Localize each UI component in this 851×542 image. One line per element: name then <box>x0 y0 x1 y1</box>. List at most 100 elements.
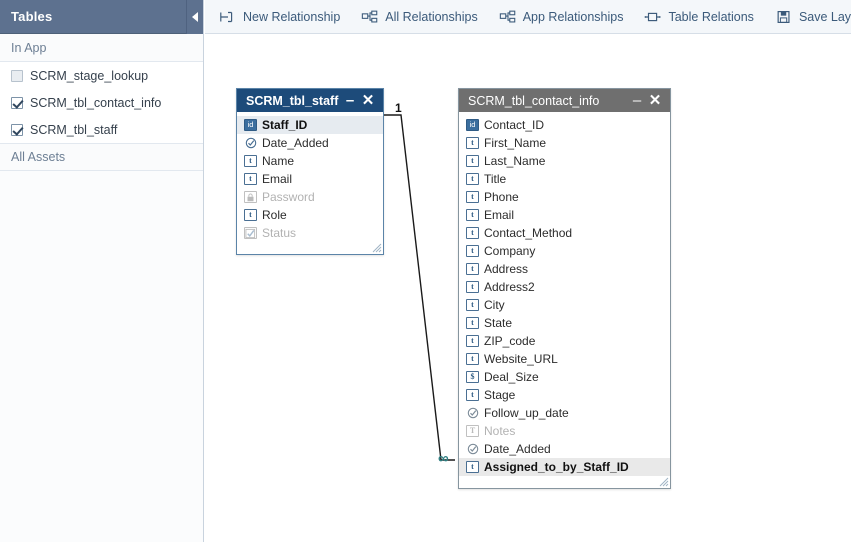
field-name: Website_URL <box>484 352 558 366</box>
table-relations-icon <box>644 9 662 25</box>
text-field-icon: t <box>466 155 479 167</box>
field-row-contact-method[interactable]: t Contact_Method <box>459 224 670 242</box>
date-field-icon <box>466 407 479 419</box>
memo-field-icon: T <box>466 425 479 437</box>
sidebar-table-list: SCRM_stage_lookup SCRM_tbl_contact_info … <box>0 62 203 143</box>
field-row-notes[interactable]: T Notes <box>459 422 670 440</box>
close-icon[interactable]: ✕ <box>647 91 663 111</box>
field-row-contact-id[interactable]: id Contact_ID <box>459 116 670 134</box>
field-row-status[interactable]: Status <box>237 224 383 242</box>
sidebar-item-scrm-stage-lookup[interactable]: SCRM_stage_lookup <box>0 62 203 89</box>
id-field-icon: id <box>244 119 257 131</box>
field-name: Stage <box>484 388 515 402</box>
text-field-icon: t <box>466 245 479 257</box>
field-row-date-added[interactable]: Date_Added <box>237 134 383 152</box>
checkbox-icon[interactable] <box>11 97 23 109</box>
field-row-city[interactable]: t City <box>459 296 670 314</box>
resize-grip-icon[interactable] <box>371 242 382 253</box>
field-row-website-url[interactable]: t Website_URL <box>459 350 670 368</box>
field-name: Follow_up_date <box>484 406 569 420</box>
field-row-follow-up-date[interactable]: Follow_up_date <box>459 404 670 422</box>
app-relationships-button[interactable]: App Relationships <box>499 0 635 34</box>
field-name: Contact_ID <box>484 118 544 132</box>
field-name: Email <box>484 208 514 222</box>
new-relationship-button[interactable]: New Relationship <box>219 0 351 34</box>
field-row-password[interactable]: Password <box>237 188 383 206</box>
text-field-icon: t <box>466 137 479 149</box>
field-row-role[interactable]: t Role <box>237 206 383 224</box>
field-row-phone[interactable]: t Phone <box>459 188 670 206</box>
table-window-footer <box>459 476 670 488</box>
field-row-assigned-to-by-staff-id[interactable]: t Assigned_to_by_Staff_ID <box>459 458 670 476</box>
field-name: Last_Name <box>484 154 545 168</box>
field-row-email[interactable]: t Email <box>459 206 670 224</box>
field-row-stage[interactable]: t Stage <box>459 386 670 404</box>
table-relations-button[interactable]: Table Relations <box>644 0 764 34</box>
field-row-zip-code[interactable]: t ZIP_code <box>459 332 670 350</box>
relationship-toolbar: New Relationship All Relationships App R… <box>205 0 851 34</box>
text-field-icon: t <box>244 209 257 221</box>
checkbox-icon[interactable] <box>11 70 23 82</box>
field-row-name[interactable]: t Name <box>237 152 383 170</box>
field-name: Deal_Size <box>484 370 539 384</box>
date-field-icon <box>244 137 257 149</box>
save-layout-icon <box>775 9 793 25</box>
field-row-state[interactable]: t State <box>459 314 670 332</box>
field-name: Notes <box>484 424 515 438</box>
sidebar-header: Tables <box>0 0 203 34</box>
field-list: id Contact_ID t First_Name t Last_Name t… <box>459 112 670 476</box>
id-field-icon: id <box>466 119 479 131</box>
field-list: id Staff_ID Date_Added t Name t Email <box>237 112 383 242</box>
table-window-titlebar[interactable]: SCRM_tbl_contact_info – ✕ <box>459 89 670 112</box>
text-field-icon: t <box>466 335 479 347</box>
text-field-icon: t <box>466 281 479 293</box>
field-name: Contact_Method <box>484 226 572 240</box>
field-name: Date_Added <box>484 442 551 456</box>
sidebar-item-label: SCRM_tbl_staff <box>30 123 117 137</box>
field-name: Phone <box>484 190 519 204</box>
text-field-icon: t <box>466 299 479 311</box>
toolbar-button-label: All Relationships <box>385 10 477 24</box>
minimize-icon[interactable]: – <box>342 91 358 111</box>
field-name: Address2 <box>484 280 535 294</box>
relationship-one-label: 1 <box>395 101 402 115</box>
minimize-icon[interactable]: – <box>629 91 645 111</box>
field-row-first-name[interactable]: t First_Name <box>459 134 670 152</box>
field-row-address[interactable]: t Address <box>459 260 670 278</box>
field-row-address2[interactable]: t Address2 <box>459 278 670 296</box>
save-layout-button[interactable]: Save Layout <box>775 0 851 34</box>
sidebar-section-in-app: In App <box>0 34 203 62</box>
sidebar-section-all-assets[interactable]: All Assets <box>0 143 203 171</box>
sidebar-collapse-button[interactable] <box>186 0 203 34</box>
field-name: Staff_ID <box>262 118 307 132</box>
close-icon[interactable]: ✕ <box>360 91 376 111</box>
table-window-scrm-tbl-contact-info[interactable]: SCRM_tbl_contact_info – ✕ id Contact_ID … <box>458 88 671 489</box>
field-name: Password <box>262 190 315 204</box>
checkbox-icon[interactable] <box>11 124 23 136</box>
new-relationship-icon <box>219 9 237 25</box>
resize-grip-icon[interactable] <box>658 476 669 487</box>
toolbar-button-label: New Relationship <box>243 10 340 24</box>
field-row-last-name[interactable]: t Last_Name <box>459 152 670 170</box>
table-window-titlebar[interactable]: SCRM_tbl_staff – ✕ <box>237 89 383 112</box>
field-row-deal-size[interactable]: $ Deal_Size <box>459 368 670 386</box>
field-row-email[interactable]: t Email <box>237 170 383 188</box>
table-window-scrm-tbl-staff[interactable]: SCRM_tbl_staff – ✕ id Staff_ID Date_Adde… <box>236 88 384 255</box>
field-row-date-added[interactable]: Date_Added <box>459 440 670 458</box>
sidebar-item-scrm-tbl-contact-info[interactable]: SCRM_tbl_contact_info <box>0 89 203 116</box>
text-field-icon: t <box>244 173 257 185</box>
all-relationships-button[interactable]: All Relationships <box>361 0 488 34</box>
diagram-canvas[interactable]: 1 ∞ SCRM_tbl_staff – ✕ id Staff_ID Date_… <box>205 35 851 542</box>
field-row-company[interactable]: t Company <box>459 242 670 260</box>
toolbar-button-label: App Relationships <box>523 10 624 24</box>
text-field-icon: t <box>466 353 479 365</box>
app-relationships-icon <box>499 9 517 25</box>
sidebar-title: Tables <box>11 9 52 24</box>
sidebar-item-scrm-tbl-staff[interactable]: SCRM_tbl_staff <box>0 116 203 143</box>
field-row-staff-id[interactable]: id Staff_ID <box>237 116 383 134</box>
checkbox-field-icon <box>244 227 257 239</box>
text-field-icon: t <box>466 191 479 203</box>
field-row-title[interactable]: t Title <box>459 170 670 188</box>
text-field-icon: t <box>466 209 479 221</box>
chevron-left-icon <box>192 12 198 22</box>
